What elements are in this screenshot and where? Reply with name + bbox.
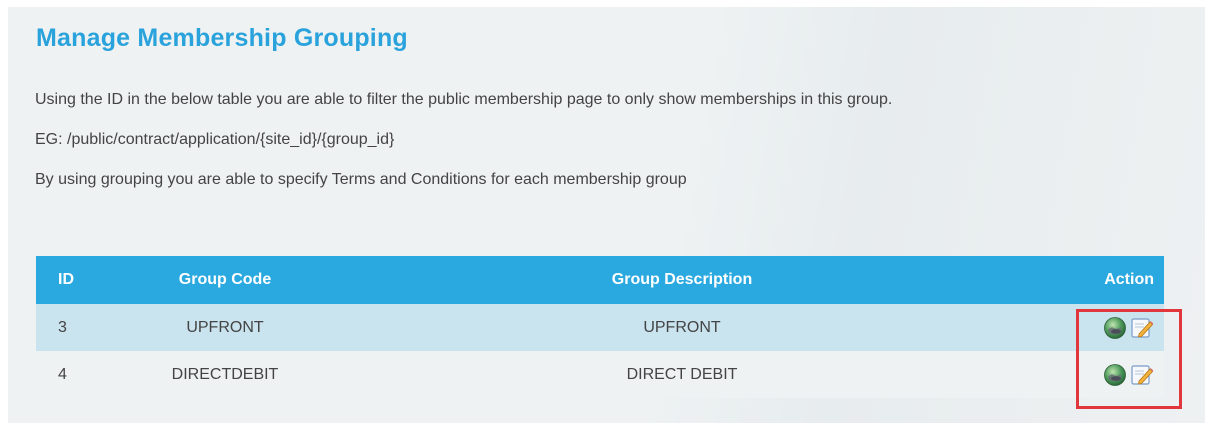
table-row: 4 DIRECTDEBIT DIRECT DEBIT	[36, 351, 1164, 398]
action-icons-highlight-box	[1076, 309, 1182, 409]
cell-id: 4	[36, 351, 110, 398]
table-header-row: ID Group Code Group Description Action	[36, 256, 1164, 304]
info-paragraph-example: EG: /public/contract/application/{site_i…	[35, 131, 395, 148]
info-paragraph-terms: By using grouping you are able to specif…	[35, 171, 687, 188]
column-header-group-code: Group Code	[110, 256, 340, 304]
table-row: 3 UPFRONT UPFRONT	[36, 304, 1164, 351]
membership-group-table: ID Group Code Group Description Action 3…	[36, 256, 1164, 398]
column-header-action: Action	[1024, 256, 1164, 304]
cell-group-code: DIRECTDEBIT	[110, 351, 340, 398]
cell-group-description: DIRECT DEBIT	[340, 351, 1024, 398]
cell-group-description: UPFRONT	[340, 304, 1024, 351]
cell-group-code: UPFRONT	[110, 304, 340, 351]
cell-id: 3	[36, 304, 110, 351]
info-paragraph-filter: Using the ID in the below table you are …	[35, 91, 893, 108]
column-header-id: ID	[36, 256, 110, 304]
page-title: Manage Membership Grouping	[36, 24, 408, 52]
column-header-group-description: Group Description	[340, 256, 1024, 304]
